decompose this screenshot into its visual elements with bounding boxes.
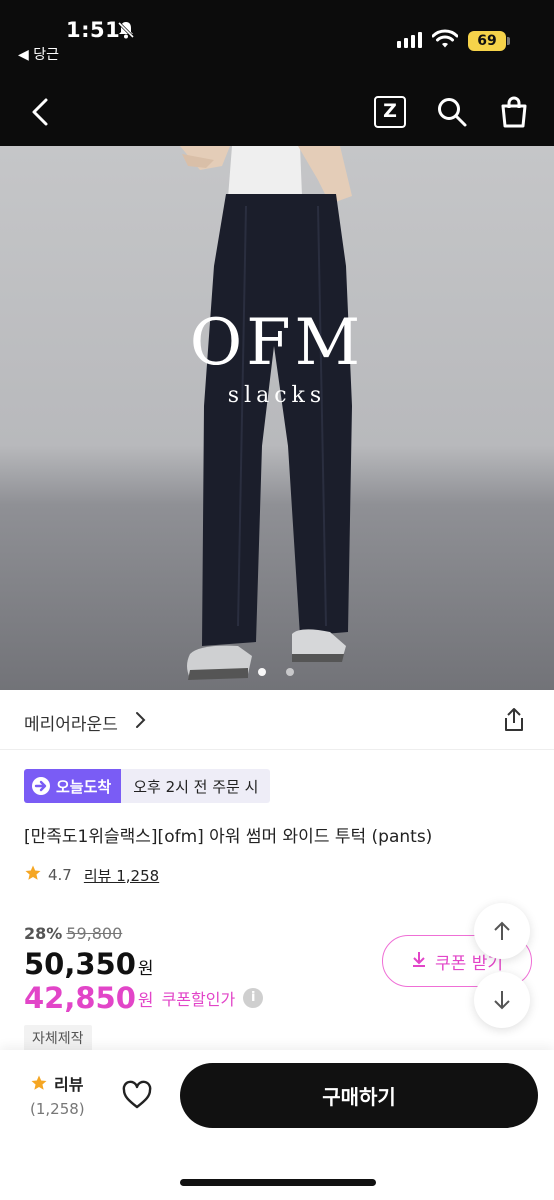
- arrow-circle-icon: [32, 777, 50, 795]
- discount-row: 28% 59,800: [24, 924, 122, 943]
- bottom-review-count[interactable]: (1,258): [30, 1100, 85, 1118]
- arrow-up-icon: [494, 921, 510, 940]
- order-deadline-text: 오후 2시 전 주문 시: [121, 769, 271, 803]
- top-nav-bar: Z: [0, 80, 554, 146]
- buy-button[interactable]: 구매하기: [180, 1063, 538, 1128]
- product-tag: 자체제작: [24, 1025, 92, 1053]
- product-image-carousel[interactable]: OFM slacks: [0, 146, 554, 690]
- status-time: 1:51: [66, 18, 121, 42]
- bell-slash-icon: [116, 20, 136, 44]
- chevron-right-icon: [134, 711, 148, 733]
- carousel-dot[interactable]: [286, 668, 294, 676]
- zigzag-logo-icon[interactable]: Z: [374, 96, 406, 128]
- download-icon: [411, 950, 427, 973]
- shopping-bag-icon[interactable]: [496, 94, 532, 130]
- star-icon: [30, 1074, 48, 1096]
- carousel-indicator: [258, 668, 294, 676]
- today-arrival-pill: 오늘도착: [24, 769, 122, 803]
- arrow-down-icon: [494, 991, 510, 1010]
- delivery-badge: 오늘도착 오후 2시 전 주문 시: [24, 769, 271, 803]
- store-name[interactable]: 메리어라운드: [24, 710, 118, 735]
- scroll-down-button[interactable]: [474, 972, 530, 1028]
- star-icon: [24, 864, 42, 886]
- coupon-price-label: 쿠폰할인가: [161, 990, 236, 1009]
- signal-icon: [397, 32, 422, 48]
- rating-row: 4.7 리뷰 1,258: [24, 864, 159, 886]
- heart-icon[interactable]: [120, 1078, 154, 1116]
- search-icon[interactable]: [434, 94, 470, 130]
- coupon-price: 42,850: [24, 981, 136, 1015]
- brand-overlay-text: OFM: [189, 306, 365, 380]
- today-arrival-label: 오늘도착: [56, 777, 112, 796]
- brand-overlay-subtext: slacks: [227, 383, 327, 408]
- product-photo: [180, 146, 352, 680]
- rating-score: 4.7: [48, 866, 72, 884]
- review-link[interactable]: 리뷰 1,258: [84, 865, 159, 886]
- bottom-review-label[interactable]: 리뷰: [54, 1071, 83, 1095]
- sale-price-row: 50,350 원: [24, 947, 154, 981]
- home-indicator[interactable]: [180, 1179, 376, 1186]
- sale-price-unit: 원: [137, 959, 154, 979]
- scroll-up-button[interactable]: [474, 903, 530, 959]
- sale-price: 50,350: [24, 947, 136, 981]
- store-row[interactable]: 메리어라운드: [0, 690, 554, 750]
- product-title: [만족도1위슬랙스][ofm] 아워 썸머 와이드 투턱 (pants): [24, 827, 433, 847]
- bottom-action-bar: 리뷰 (1,258) 구매하기: [0, 1050, 554, 1200]
- carousel-dot-active[interactable]: [258, 668, 266, 676]
- battery-tip: [507, 37, 510, 45]
- coupon-price-unit: 원: [137, 990, 154, 1011]
- back-arrow-icon[interactable]: [24, 94, 60, 130]
- status-bar: 1:51 ◀ 당근 69: [0, 0, 554, 80]
- coupon-price-row: 42,850 원 쿠폰할인가 i: [24, 981, 264, 1015]
- wifi-icon: [431, 29, 459, 53]
- share-icon[interactable]: [500, 706, 528, 738]
- discount-percent: 28%: [24, 924, 63, 943]
- battery-icon: 69: [468, 31, 506, 51]
- info-icon[interactable]: i: [243, 988, 264, 1008]
- back-to-app-link[interactable]: ◀ 당근: [18, 44, 59, 64]
- original-price: 59,800: [66, 924, 123, 943]
